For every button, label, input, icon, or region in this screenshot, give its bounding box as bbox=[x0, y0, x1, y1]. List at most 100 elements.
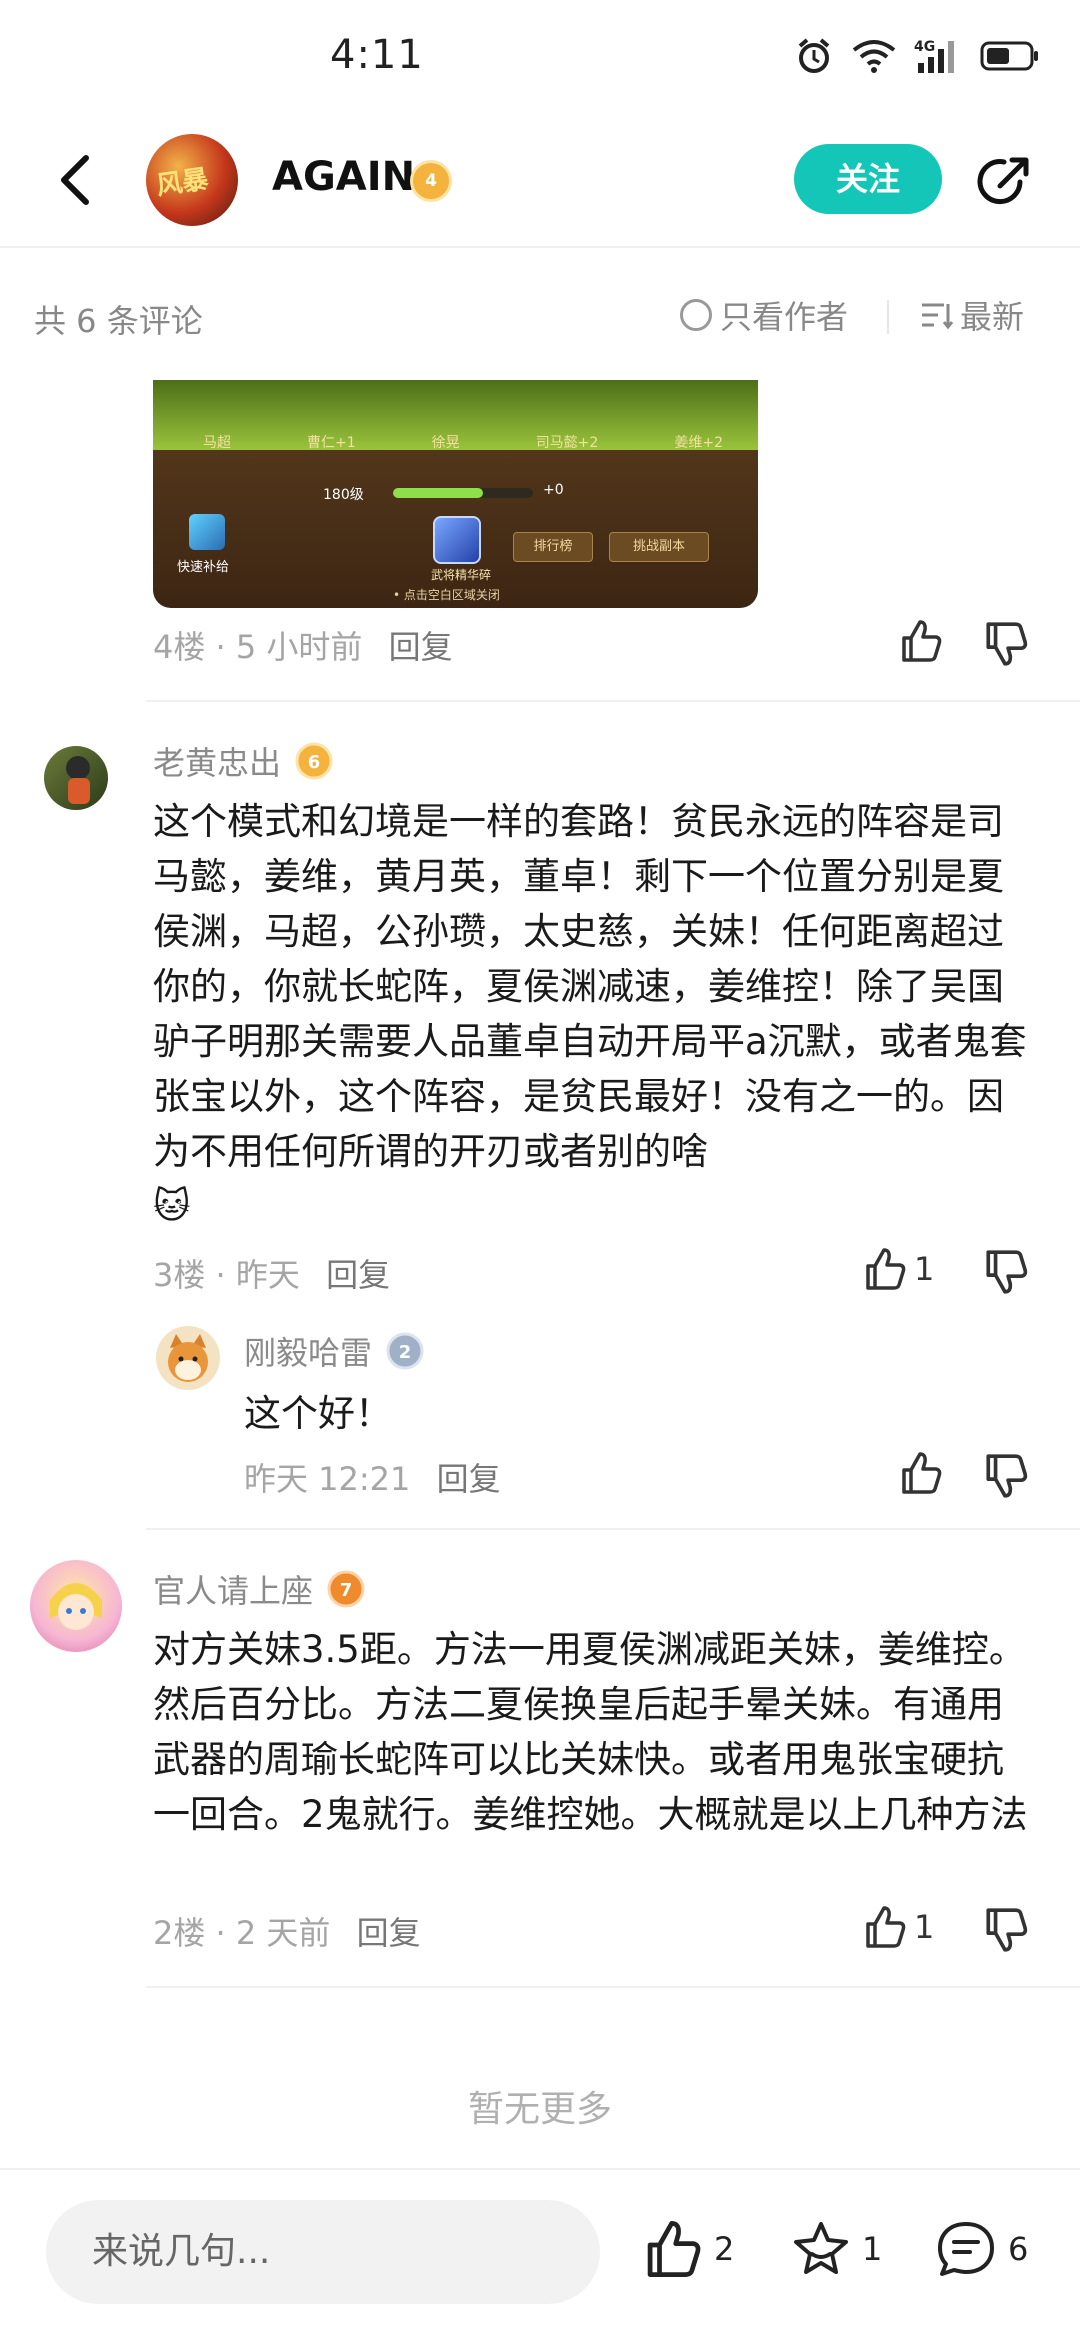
author-name[interactable]: AGAIN bbox=[272, 154, 415, 200]
back-arrow-icon[interactable] bbox=[50, 150, 100, 210]
star-icon bbox=[794, 2222, 848, 2274]
status-time: 4:11 bbox=[330, 32, 424, 78]
like-count: 1 bbox=[914, 1908, 935, 1946]
post-like-button[interactable]: 2 bbox=[642, 2218, 734, 2280]
commenter-avatar[interactable] bbox=[30, 1560, 122, 1652]
hero-name: 曹仁+1 bbox=[307, 435, 356, 451]
alarm-icon bbox=[798, 38, 830, 73]
commenter-name[interactable]: 官人请上座 bbox=[153, 1566, 313, 1612]
thumbs-down-icon[interactable] bbox=[982, 620, 1030, 668]
comment-text: 对方关妹3.5距。方法一用夏侯渊减距关妹，姜维控。然后百分比。方法二夏侯换皇后起… bbox=[153, 1628, 1028, 1836]
like-button[interactable]: 1 bbox=[862, 1246, 934, 1292]
reply-name[interactable]: 刚毅哈雷 bbox=[244, 1328, 372, 1374]
comment-divider bbox=[146, 1986, 1080, 1988]
comments-toolbar: 共 6 条评论 只看作者 最新 bbox=[0, 278, 1080, 348]
reply-link[interactable]: 回复 bbox=[389, 628, 453, 666]
post-header: 风暴 AGAIN 4 关注 bbox=[0, 120, 1080, 240]
status-bar: 4:11 4G bbox=[0, 0, 1080, 110]
thumbs-down-icon[interactable] bbox=[982, 1248, 1030, 1296]
thumbs-up-icon bbox=[902, 620, 942, 662]
reply-text: 这个好！ bbox=[244, 1392, 392, 1435]
svg-text:6: 6 bbox=[308, 752, 321, 773]
like-count: 1 bbox=[914, 1250, 935, 1288]
image-close-hint: • 点击空白区域关闭 bbox=[393, 588, 500, 602]
sort-newest[interactable]: 最新 bbox=[920, 292, 1024, 338]
level-badge-icon: 6 bbox=[295, 742, 333, 780]
comment-divider bbox=[146, 1528, 1080, 1530]
reply-link[interactable]: 回复 bbox=[326, 1256, 390, 1294]
comment-meta: 2楼 · 2 天前 回复 bbox=[153, 1914, 421, 1952]
share-icon[interactable] bbox=[974, 152, 1034, 212]
shiba-avatar-icon bbox=[168, 1334, 208, 1382]
supply-icon bbox=[189, 514, 225, 550]
comment-input[interactable]: 来说几句... bbox=[46, 2200, 600, 2304]
svg-text:2: 2 bbox=[399, 1342, 412, 1363]
image-button-1: 排行榜 bbox=[513, 532, 593, 562]
status-icons: 4G bbox=[794, 36, 1040, 76]
level-badge-number: 4 bbox=[425, 171, 437, 191]
floor-label: 3楼 bbox=[153, 1256, 206, 1294]
thumbs-down-icon[interactable] bbox=[982, 1452, 1030, 1500]
svg-text:7: 7 bbox=[340, 1580, 353, 1601]
like-button[interactable] bbox=[898, 1450, 944, 1496]
time-label: 5 小时前 bbox=[235, 628, 363, 666]
reply-meta: 昨天 12:21 回复 bbox=[244, 1454, 501, 1500]
follow-button[interactable]: 关注 bbox=[794, 144, 942, 214]
reply-link[interactable]: 回复 bbox=[357, 1914, 421, 1952]
gem-label: 武将精华碎 bbox=[431, 568, 492, 582]
level-badge: 4 bbox=[410, 160, 452, 202]
reply-link[interactable]: 回复 bbox=[437, 1460, 501, 1498]
comments-button[interactable]: 6 bbox=[934, 2218, 1028, 2280]
hero-name: 徐晃 bbox=[431, 435, 460, 451]
image-button-2: 挑战副本 bbox=[609, 532, 709, 562]
like-button[interactable] bbox=[898, 618, 944, 664]
commenter-name-row: 老黄忠出 6 bbox=[153, 738, 333, 784]
quick-supply-label: 快速补给 bbox=[177, 560, 230, 575]
svg-text:4G: 4G bbox=[914, 39, 935, 55]
gem-icon bbox=[433, 516, 481, 564]
time-label: 2 天前 bbox=[235, 1914, 331, 1952]
thumbs-up-icon bbox=[866, 1906, 906, 1948]
favorite-button[interactable]: 1 bbox=[790, 2218, 882, 2280]
comment-meta: 3楼 · 昨天 回复 bbox=[153, 1256, 391, 1294]
comment-meta: 4楼 · 5 小时前 回复 bbox=[153, 628, 453, 666]
hero-name: 司马懿+2 bbox=[535, 435, 599, 451]
image-progress-bar bbox=[393, 488, 533, 498]
anime-avatar-icon bbox=[50, 1583, 102, 1630]
battery-icon bbox=[980, 41, 1038, 71]
reply-avatar[interactable] bbox=[156, 1326, 220, 1390]
image-hero-names: 马超 曹仁+1 徐晃 司马懿+2 姜维+2 bbox=[203, 432, 723, 452]
bottom-action-bar: 来说几句... 2 1 6 bbox=[0, 2168, 1080, 2338]
avatar-figure-icon bbox=[66, 756, 90, 804]
thumbs-down-icon[interactable] bbox=[982, 1906, 1030, 1954]
time-label: 昨天 12:21 bbox=[244, 1460, 411, 1498]
comment-image[interactable]: 马超 曹仁+1 徐晃 司马懿+2 姜维+2 180级 +0 武将精华碎 快速补给… bbox=[153, 380, 758, 608]
comment-bubble-icon bbox=[938, 2222, 994, 2276]
author-avatar[interactable]: 风暴 bbox=[146, 134, 238, 226]
level-badge-icon: 2 bbox=[386, 1332, 424, 1370]
hero-name: 姜维+2 bbox=[674, 435, 723, 451]
cellular-signal-icon: 4G bbox=[914, 39, 954, 73]
avatar-text: 风暴 bbox=[154, 164, 211, 202]
header-divider bbox=[0, 246, 1080, 248]
level-badge-icon: 7 bbox=[327, 1570, 365, 1608]
comment-text: 这个模式和幻境是一样的套路！贫民永远的阵容是司马懿，姜维，黄月英，董卓！剩下一个… bbox=[153, 800, 1027, 1173]
commenter-name[interactable]: 老黄忠出 bbox=[153, 738, 281, 784]
comment-count: 共 6 条评论 bbox=[34, 302, 203, 340]
hero-name: 马超 bbox=[203, 435, 231, 451]
only-author-toggle[interactable]: 只看作者 bbox=[680, 292, 848, 338]
image-plus-text: +0 bbox=[543, 482, 564, 498]
thumbs-up-icon bbox=[902, 1452, 942, 1494]
sort-icon bbox=[922, 303, 954, 330]
floor-label: 4楼 bbox=[153, 628, 206, 666]
radio-circle-icon bbox=[680, 299, 712, 331]
favorite-count: 1 bbox=[862, 2230, 883, 2268]
time-label: 昨天 bbox=[235, 1256, 300, 1294]
no-more-label: 暂无更多 bbox=[467, 2089, 612, 2130]
toolbar-separator bbox=[887, 300, 889, 334]
like-button[interactable]: 1 bbox=[862, 1904, 934, 1950]
commenter-avatar[interactable] bbox=[44, 746, 108, 810]
reply-name-row: 刚毅哈雷 2 bbox=[244, 1328, 424, 1374]
comments-count: 6 bbox=[1008, 2230, 1029, 2268]
sort-label: 最新 bbox=[960, 298, 1025, 336]
